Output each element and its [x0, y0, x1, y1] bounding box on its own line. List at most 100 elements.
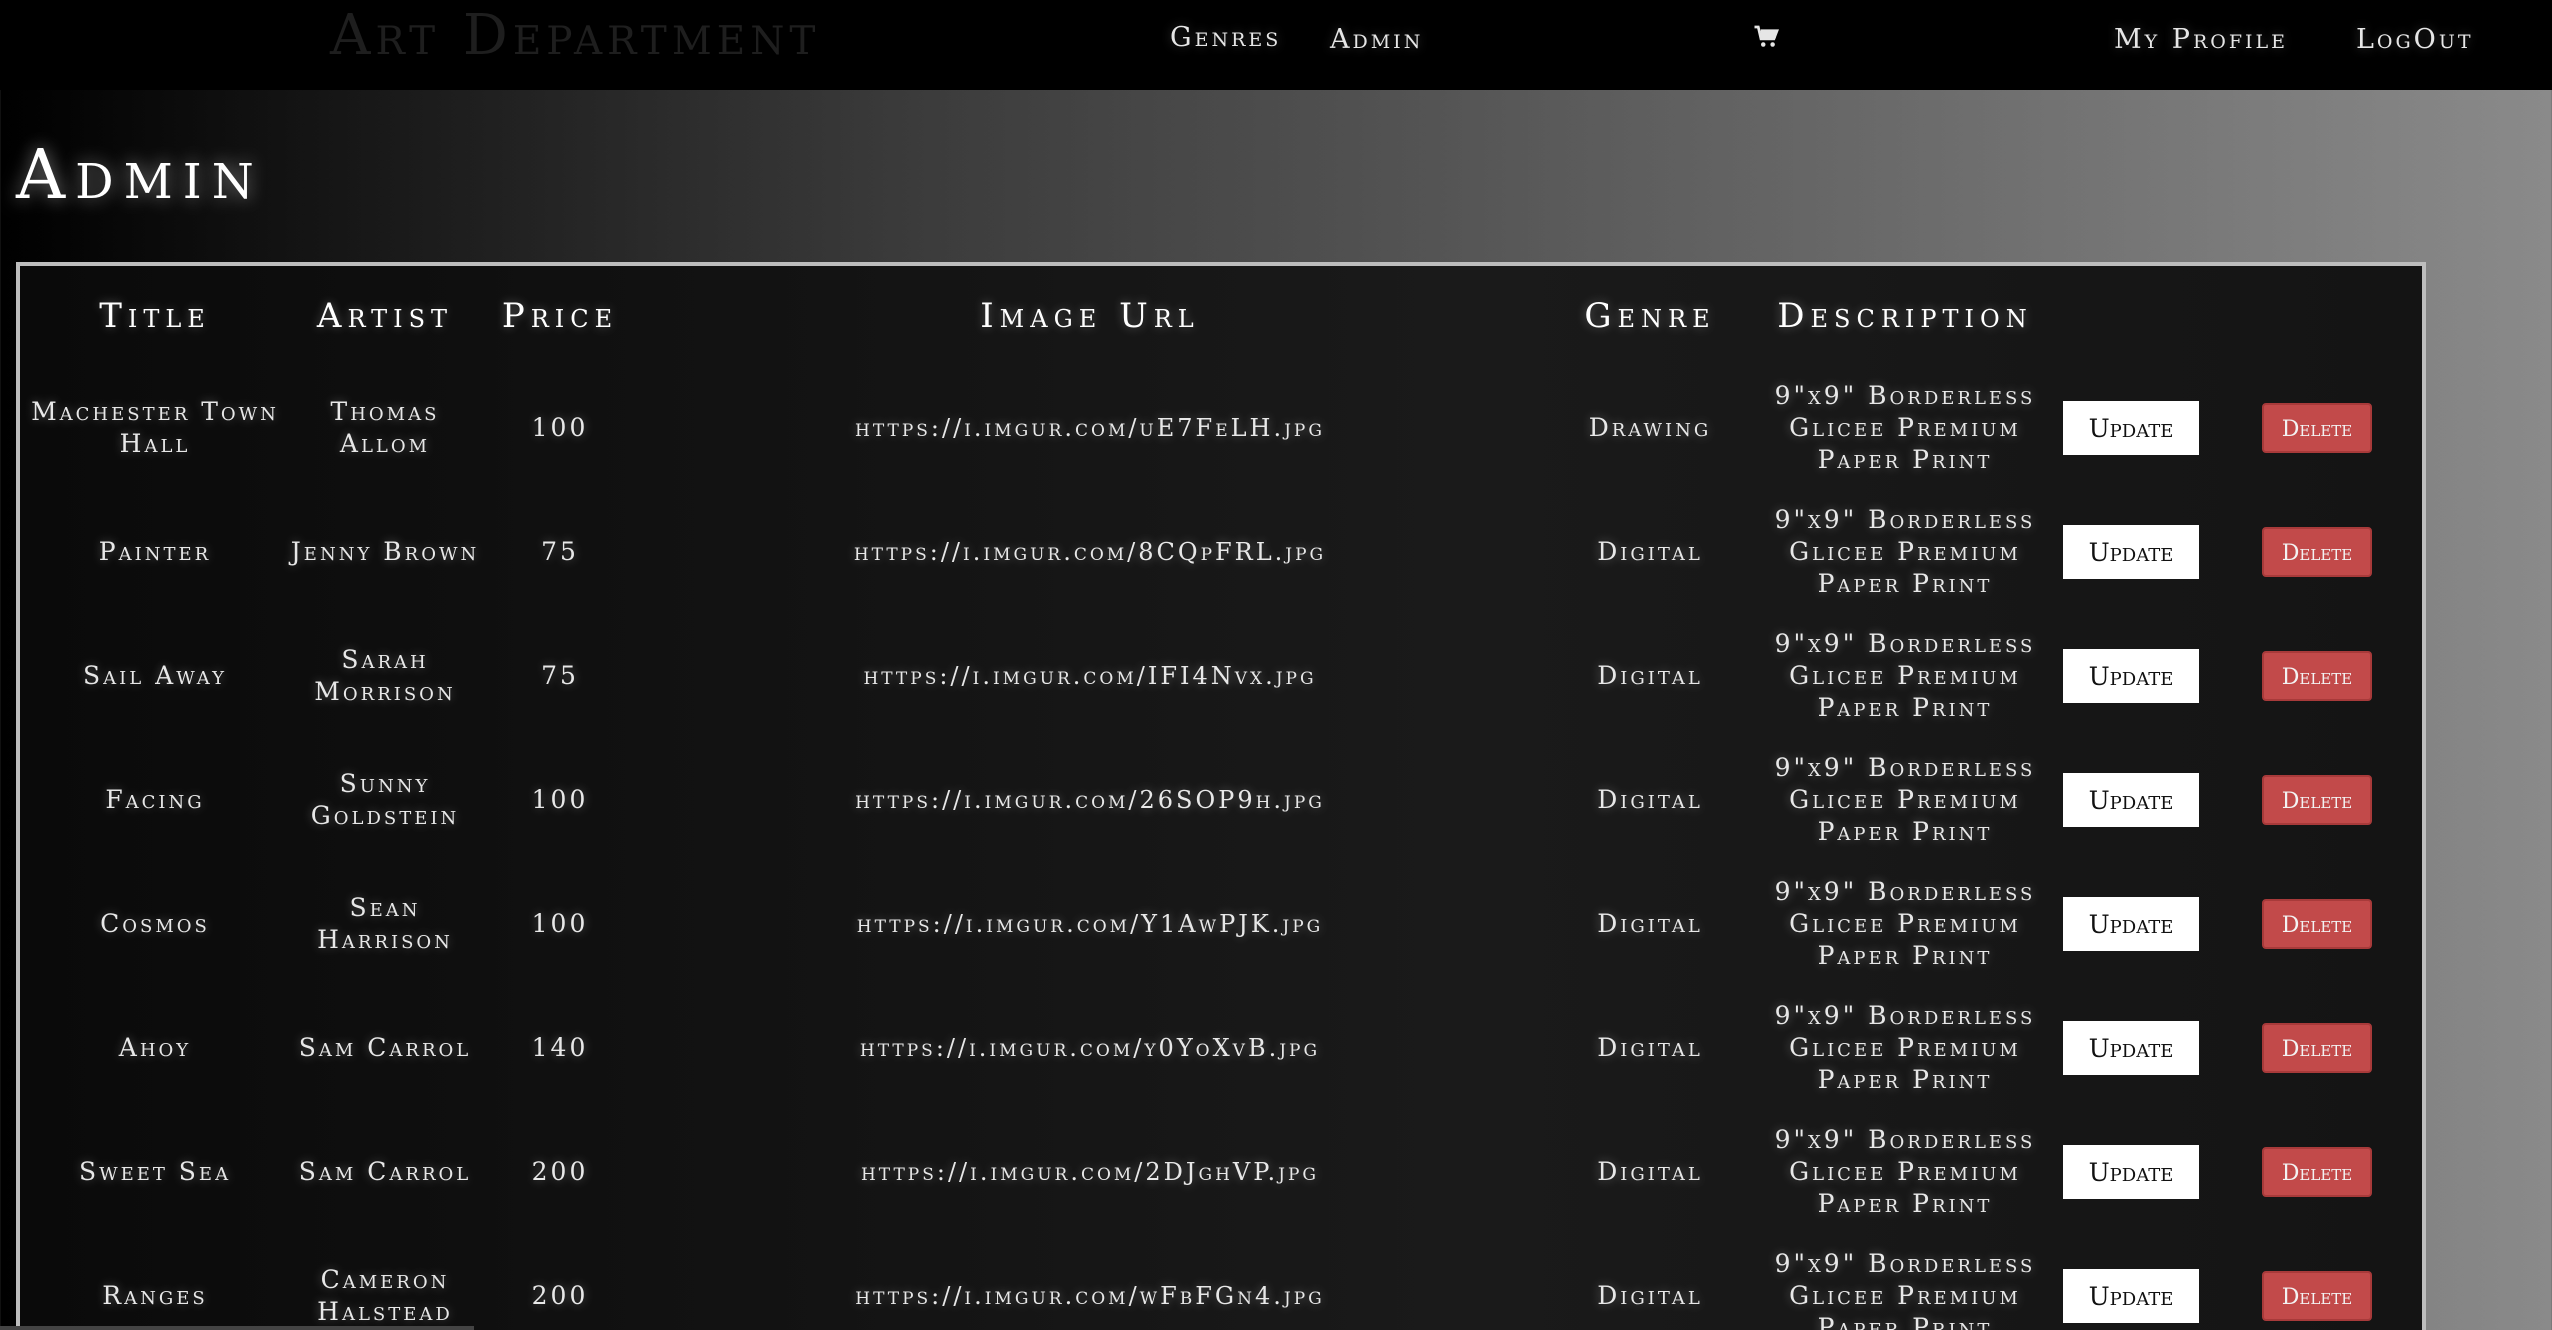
- cell-description: 9"x9" Borderless Glicee Premium Paper Pr…: [1774, 877, 2036, 970]
- cell-price: 140: [531, 1033, 589, 1062]
- nav-genres-link[interactable]: Genres: [1170, 22, 1281, 54]
- cell-title: Cosmos: [100, 909, 210, 938]
- cell-image-url: https://i.imgur.com/26SOP9h.jpg: [855, 786, 1325, 814]
- cell-update: Update: [2050, 366, 2212, 490]
- table-row: Sweet Sea Sam Carrol 200 https://i.imgur…: [20, 1110, 2422, 1234]
- cell-delete: Delete: [2212, 490, 2422, 614]
- cell-artist: Sean Harrison: [317, 893, 453, 954]
- cell-artist: Sam Carrol: [298, 1157, 472, 1186]
- table-row: Sail Away Sarah Morrison 75 https://i.im…: [20, 614, 2422, 738]
- cell-update: Update: [2050, 738, 2212, 862]
- nav-logout-link[interactable]: LogOut: [2356, 24, 2474, 56]
- update-button[interactable]: Update: [2063, 773, 2199, 827]
- update-button[interactable]: Update: [2063, 649, 2199, 703]
- cell-update: Update: [2050, 490, 2212, 614]
- cell-delete: Delete: [2212, 738, 2422, 862]
- cell-description: 9"x9" Borderless Glicee Premium Paper Pr…: [1774, 1125, 2036, 1218]
- header-artist: Artist: [316, 296, 454, 336]
- cell-price: 100: [531, 909, 589, 938]
- cell-artist: Sam Carrol: [298, 1033, 472, 1062]
- header-image-url: Image Url: [980, 296, 1200, 336]
- cell-price: 75: [541, 661, 579, 690]
- cell-description: 9"x9" Borderless Glicee Premium Paper Pr…: [1774, 505, 2036, 598]
- header-title: Title: [99, 296, 211, 336]
- cell-price: 100: [531, 785, 589, 814]
- cell-title: Sweet Sea: [78, 1157, 232, 1186]
- cell-update: Update: [2050, 1234, 2212, 1330]
- header-delete-col: [2212, 266, 2422, 366]
- cell-image-url: https://i.imgur.com/IFI4Nvx.jpg: [863, 662, 1317, 690]
- header-update-col: [2050, 266, 2212, 366]
- delete-button[interactable]: Delete: [2262, 403, 2372, 453]
- cell-price: 75: [541, 537, 579, 566]
- cell-price: 100: [531, 413, 589, 442]
- cell-image-url: https://i.imgur.com/8CQpFRL.jpg: [853, 538, 1327, 566]
- cell-delete: Delete: [2212, 366, 2422, 490]
- cell-title: Painter: [98, 537, 212, 566]
- cell-delete: Delete: [2212, 862, 2422, 986]
- admin-table-container: Title Artist Price Image Url Genre Descr…: [16, 262, 2426, 1330]
- brand-logo[interactable]: Art Department: [330, 6, 820, 66]
- delete-button[interactable]: Delete: [2262, 775, 2372, 825]
- cell-title: Facing: [105, 785, 205, 814]
- header-price: Price: [501, 296, 619, 336]
- cell-genre: Drawing: [1588, 413, 1712, 442]
- delete-button[interactable]: Delete: [2262, 527, 2372, 577]
- cell-image-url: https://i.imgur.com/wFbFGn4.jpg: [855, 1282, 1325, 1310]
- cell-artist: Jenny Brown: [290, 537, 480, 566]
- delete-button[interactable]: Delete: [2262, 1023, 2372, 1073]
- cell-genre: Digital: [1597, 1281, 1703, 1310]
- delete-button[interactable]: Delete: [2262, 1147, 2372, 1197]
- page-title: Admin: [16, 136, 264, 215]
- cell-genre: Digital: [1597, 537, 1703, 566]
- cell-title: Machester Town Hall: [31, 397, 279, 458]
- cell-description: 9"x9" Borderless Glicee Premium Paper Pr…: [1774, 753, 2036, 846]
- table-row: Painter Jenny Brown 75 https://i.imgur.c…: [20, 490, 2422, 614]
- cell-genre: Digital: [1597, 1033, 1703, 1062]
- table-header-row: Title Artist Price Image Url Genre Descr…: [20, 266, 2422, 366]
- cell-genre: Digital: [1597, 909, 1703, 938]
- cell-genre: Digital: [1597, 785, 1703, 814]
- cell-description: 9"x9" Borderless Glicee Premium Paper Pr…: [1774, 1001, 2036, 1094]
- cell-title: Ahoy: [118, 1033, 192, 1062]
- header-description: Description: [1777, 296, 2033, 336]
- cell-artist: Sarah Morrison: [314, 645, 456, 706]
- cell-delete: Delete: [2212, 1234, 2422, 1330]
- page: { "nav": { "brand": "Art Department", "g…: [0, 0, 2552, 1330]
- cell-artist: Sunny Goldstein: [310, 769, 460, 830]
- nav-admin-link[interactable]: Admin: [1330, 24, 1423, 56]
- horizontal-scrollbar[interactable]: [0, 1326, 474, 1330]
- update-button[interactable]: Update: [2063, 1145, 2199, 1199]
- update-button[interactable]: Update: [2063, 401, 2199, 455]
- cell-delete: Delete: [2212, 1110, 2422, 1234]
- table-row: Ahoy Sam Carrol 140 https://i.imgur.com/…: [20, 986, 2422, 1110]
- cell-genre: Digital: [1597, 1157, 1703, 1186]
- table-row: Machester Town Hall Thomas Allom 100 htt…: [20, 366, 2422, 490]
- shopping-cart-icon[interactable]: [1752, 22, 1782, 54]
- top-navbar: Art Department Genres Admin My Profile L…: [0, 0, 2552, 90]
- cell-update: Update: [2050, 614, 2212, 738]
- cell-delete: Delete: [2212, 614, 2422, 738]
- cell-genre: Digital: [1597, 661, 1703, 690]
- cell-description: 9"x9" Borderless Glicee Premium Paper Pr…: [1774, 381, 2036, 474]
- nav-my-profile-link[interactable]: My Profile: [2114, 24, 2288, 56]
- update-button[interactable]: Update: [2063, 1269, 2199, 1323]
- delete-button[interactable]: Delete: [2262, 651, 2372, 701]
- cell-title: Ranges: [102, 1281, 208, 1310]
- cell-image-url: https://i.imgur.com/2DJghVP.jpg: [860, 1158, 1320, 1186]
- cell-price: 200: [531, 1157, 589, 1186]
- delete-button[interactable]: Delete: [2262, 1271, 2372, 1321]
- delete-button[interactable]: Delete: [2262, 899, 2372, 949]
- update-button[interactable]: Update: [2063, 897, 2199, 951]
- cell-update: Update: [2050, 1110, 2212, 1234]
- table-row: Facing Sunny Goldstein 100 https://i.img…: [20, 738, 2422, 862]
- table-row: Cosmos Sean Harrison 100 https://i.imgur…: [20, 862, 2422, 986]
- cell-description: 9"x9" Borderless Glicee Premium Paper Pr…: [1774, 1249, 2036, 1330]
- cell-delete: Delete: [2212, 986, 2422, 1110]
- update-button[interactable]: Update: [2063, 1021, 2199, 1075]
- cell-image-url: https://i.imgur.com/Y1AwPJK.jpg: [856, 910, 1324, 938]
- update-button[interactable]: Update: [2063, 525, 2199, 579]
- header-genre: Genre: [1584, 296, 1716, 336]
- table-row: Ranges Cameron Halstead 200 https://i.im…: [20, 1234, 2422, 1330]
- shopping-cart-icon-svg: [1754, 25, 1780, 47]
